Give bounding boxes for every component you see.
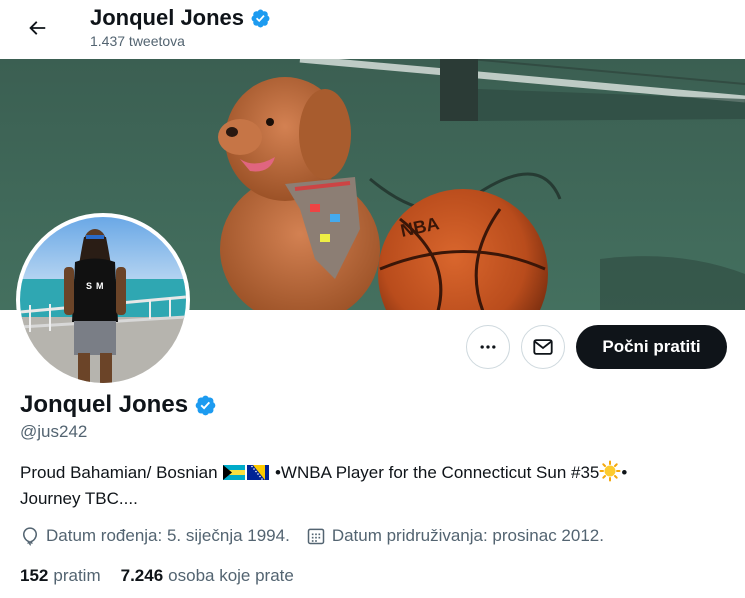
bio-text-line2: Journey TBC.... xyxy=(20,489,138,508)
tweet-count: 1.437 tweetova xyxy=(90,33,185,49)
svg-text:M: M xyxy=(96,281,104,291)
bio-text-2: •WNBA Player for the Connecticut Sun #35 xyxy=(270,463,600,482)
envelope-icon xyxy=(533,339,553,355)
more-options-button[interactable] xyxy=(466,325,510,369)
arrow-left-icon xyxy=(29,21,46,35)
following-count: 152 xyxy=(20,566,49,585)
sun-emoji xyxy=(599,460,621,482)
profile-handle: @jus242 xyxy=(20,422,88,441)
joined-item: Datum pridruživanja: prosinac 2012. xyxy=(306,524,604,548)
follow-button[interactable]: Počni pratiti xyxy=(576,325,727,369)
bio-text-1: Proud Bahamian/ Bosnian xyxy=(20,463,223,482)
bosnia-flag xyxy=(247,465,270,480)
bahamas-flag xyxy=(223,465,246,480)
followers-count: 7.246 xyxy=(120,566,164,585)
profile-bio: Proud Bahamian/ Bosnian •WNBA Player for… xyxy=(20,460,720,512)
message-button[interactable] xyxy=(521,325,565,369)
profile-name-row: Jonquel Jones xyxy=(20,391,217,419)
profile-header: Jonquel Jones 1.437 tweetova xyxy=(0,0,745,59)
profile-meta: Datum rođenja: 5. siječnja 1994. Datum p… xyxy=(20,524,620,548)
profile-stats: 152 pratim 7.246 osoba koje prate xyxy=(20,565,294,587)
followers-label: osoba koje prate xyxy=(168,566,294,585)
header-name: Jonquel Jones xyxy=(90,5,245,30)
following-link[interactable]: 152 pratim xyxy=(20,565,101,587)
svg-text:S: S xyxy=(86,281,92,291)
calendar-icon xyxy=(307,528,325,545)
profile-avatar[interactable]: S M xyxy=(16,213,190,387)
bio-text-3: • xyxy=(621,463,628,482)
birthday-text: Datum rođenja: 5. siječnja 1994. xyxy=(46,526,290,545)
birthday-item: Datum rođenja: 5. siječnja 1994. xyxy=(20,524,290,548)
verified-badge-icon xyxy=(195,395,216,415)
joined-text: Datum pridruživanja: prosinac 2012. xyxy=(331,526,604,545)
header-title: Jonquel Jones 1.437 tweetova xyxy=(90,4,271,50)
balloon-icon xyxy=(22,527,38,546)
avatar-image: S M xyxy=(20,217,186,383)
followers-link[interactable]: 7.246 osoba koje prate xyxy=(121,565,294,587)
more-dots-icon xyxy=(480,345,496,349)
verified-badge-icon xyxy=(251,9,270,27)
following-label: pratim xyxy=(53,566,101,585)
profile-name: Jonquel Jones xyxy=(20,391,189,418)
back-button[interactable] xyxy=(18,9,56,47)
